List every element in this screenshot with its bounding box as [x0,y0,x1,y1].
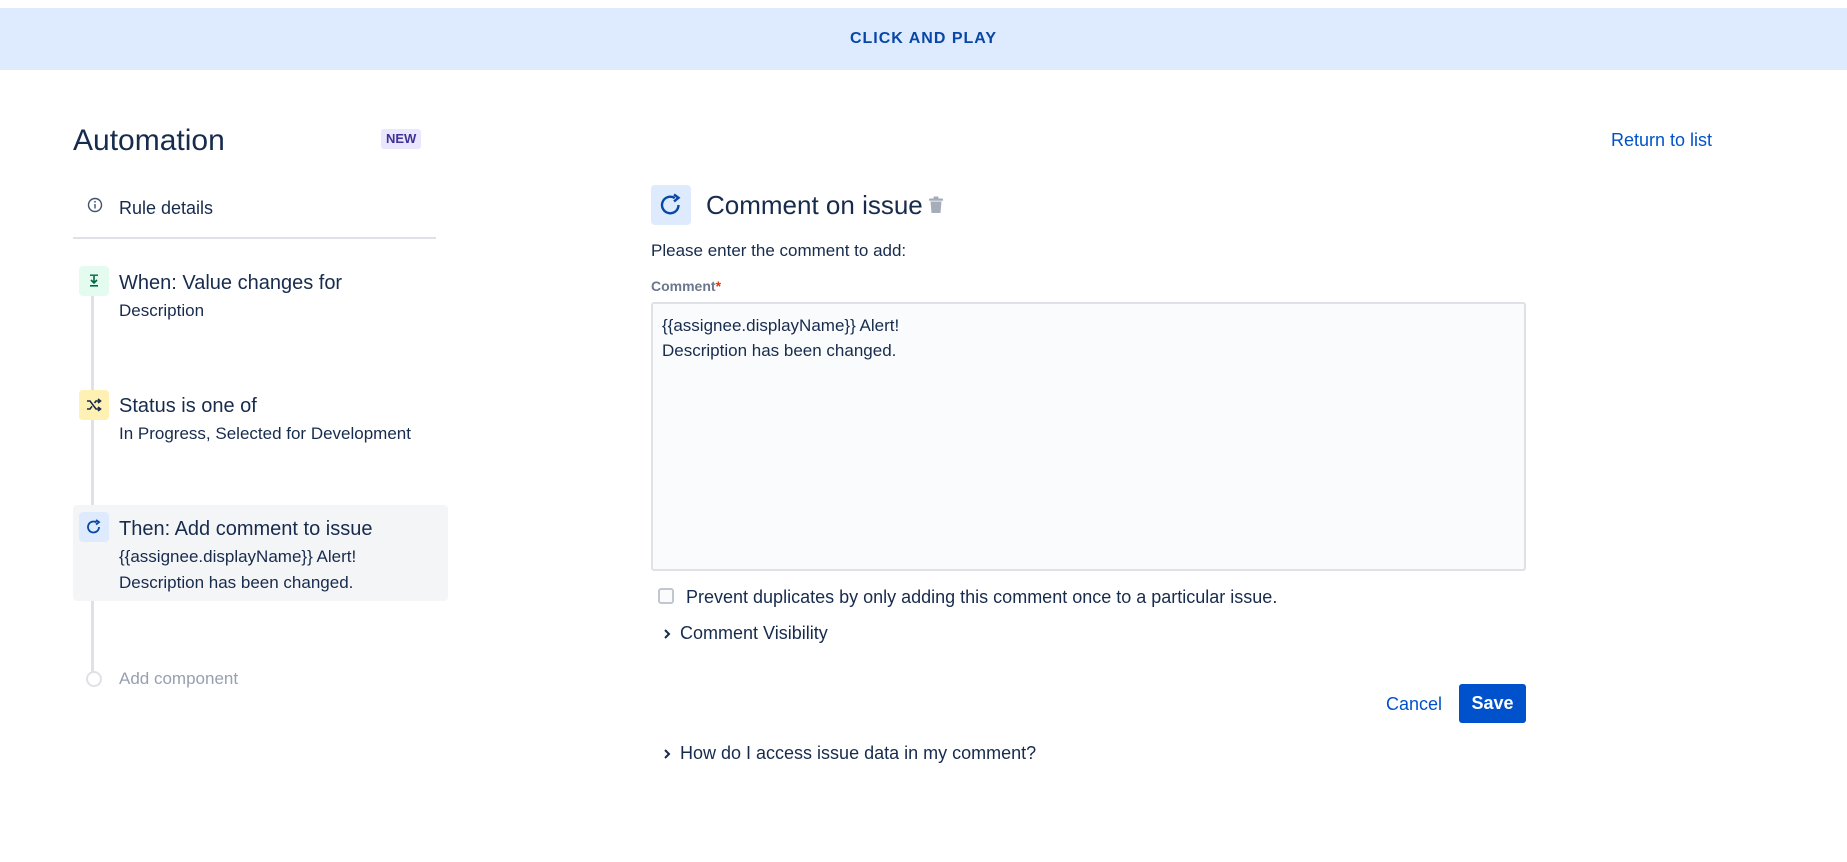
required-marker: * [715,278,722,294]
banner-text: CLICK AND PLAY [849,30,998,47]
add-component-dot [86,671,102,687]
prevent-duplicates-checkbox[interactable] [658,588,674,604]
new-badge: NEW [381,129,422,149]
sidebar-step-condition[interactable]: Status is one of In Progress, Selected f… [73,388,448,468]
info-icon [87,197,103,213]
prevent-duplicates-label[interactable]: Prevent duplicates by only adding this c… [686,587,1277,608]
comment-refresh-icon [79,512,109,542]
chevron-right-icon [664,628,671,639]
step-subtitle: In Progress, Selected for Development [119,424,411,443]
sidebar-item-rule-details[interactable]: Rule details [73,192,436,239]
step-title: When: Value changes for [119,272,343,294]
help-toggle[interactable]: How do I access issue data in my comment… [662,743,1036,764]
step-subtitle: Description [119,301,205,320]
comment-visibility-toggle[interactable]: Comment Visibility [662,623,828,644]
sidebar-step-trigger[interactable]: When: Value changes for Description [73,266,448,346]
comment-textarea[interactable] [651,302,1526,571]
field-change-icon [79,266,109,296]
comment-instruction: Please enter the comment to add: [651,241,907,260]
save-button[interactable]: Save [1459,684,1526,723]
cancel-button[interactable]: Cancel [1376,684,1452,724]
rule-details-label: Rule details [119,198,214,218]
comment-visibility-label: Comment Visibility [680,623,828,643]
comment-label-text: Comment [651,278,716,294]
step-subtitle: {{assignee.displayName}} Alert! Descript… [119,547,357,592]
comment-refresh-icon [651,185,691,225]
step-title: Status is one of [119,395,257,417]
shuffle-icon [79,390,109,420]
panel-title: Comment on issue [706,190,923,220]
comment-field-label: Comment* [651,278,721,294]
return-to-list-link[interactable]: Return to list [1611,130,1712,151]
add-component-label[interactable]: Add component [119,669,238,689]
sidebar-step-action[interactable]: Then: Add comment to issue {{assignee.di… [73,505,448,601]
trash-icon[interactable] [928,196,944,214]
help-toggle-label: How do I access issue data in my comment… [680,743,1037,763]
top-banner: CLICK AND PLAY [0,8,1847,70]
page-title: Automation [73,124,225,157]
step-title: Then: Add comment to issue [119,518,373,540]
chevron-right-icon [664,748,671,759]
